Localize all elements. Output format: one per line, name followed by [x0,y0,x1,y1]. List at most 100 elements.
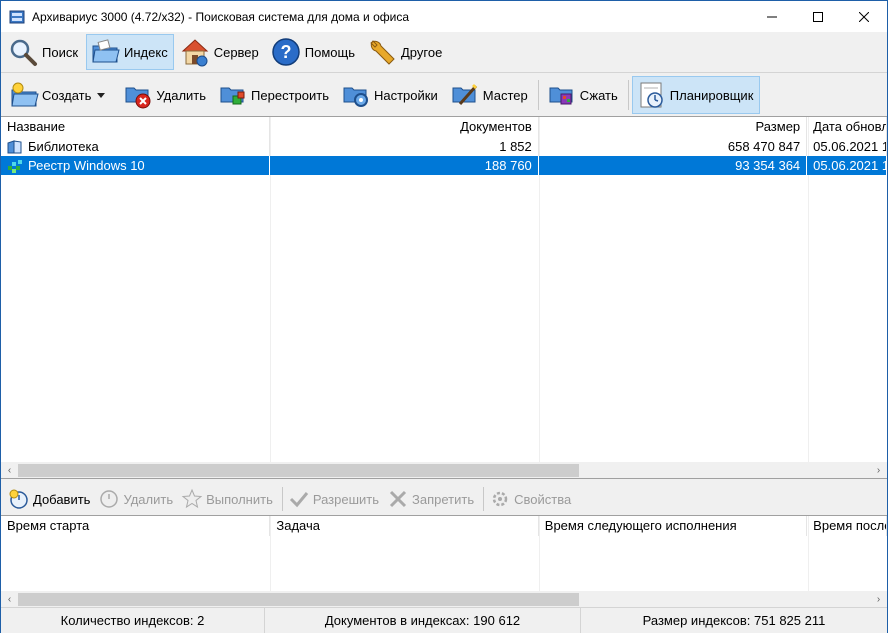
allow-check-icon [288,488,310,510]
column-header-size[interactable]: Размер [539,117,808,137]
compress-index-label: Сжать [579,87,618,103]
column-header-last-run[interactable]: Время после [807,516,887,536]
scheduler-allow-button[interactable]: Разрешить [286,485,385,513]
index-table[interactable]: Название Документов Размер Дата обновл Б… [1,116,887,478]
index-table-header: Название Документов Размер Дата обновл [1,117,887,137]
row-date: 05.06.2021 1 [807,156,887,175]
server-house-icon [180,37,210,67]
toolbar-separator [483,487,485,511]
add-task-icon [8,488,30,510]
compress-folder-icon [547,80,577,110]
row-date: 05.06.2021 1 [807,137,887,156]
wizard-index-button[interactable]: Мастер [445,76,535,114]
scheduler-properties-button[interactable]: Свойства [487,485,577,513]
column-header-date[interactable]: Дата обновл [807,117,887,137]
index-folder-icon [90,37,120,67]
delete-folder-icon [123,80,153,110]
minimize-button[interactable] [749,1,795,32]
scroll-thumb[interactable] [18,464,579,477]
scheduler-table-header: Время старта Задача Время следующего исп… [1,516,887,536]
delete-index-button[interactable]: Удалить [118,76,213,114]
create-folder-icon [9,80,39,110]
scheduler-button[interactable]: Планировщик [631,76,761,114]
column-header-task[interactable]: Задача [270,516,539,536]
scheduler-table[interactable]: Время старта Задача Время следующего исп… [1,515,887,607]
chevron-down-icon[interactable] [97,92,106,98]
toolbar-divider [1,72,887,73]
column-divider [808,516,809,591]
column-header-next-run[interactable]: Время следующего исполнения [539,516,808,536]
close-button[interactable] [841,1,887,32]
svg-text:?: ? [280,42,291,62]
scheduler-deny-button[interactable]: Запретить [385,485,480,513]
scroll-left-icon[interactable]: ‹ [1,591,18,607]
mode-search-label: Поиск [42,44,79,60]
column-header-start-time[interactable]: Время старта [1,516,271,536]
table-row[interactable]: Библиотека 1 852 658 470 847 05.06.2021 … [1,137,887,156]
wrench-icon [367,37,397,67]
scroll-left-icon[interactable]: ‹ [1,462,18,478]
status-index-count: Количество индексов: 2 [1,608,265,633]
app-logo-icon [9,9,25,25]
scheduler-run-button[interactable]: Выполнить [179,485,279,513]
scroll-thumb[interactable] [18,593,579,606]
pane-splitter[interactable] [1,478,887,481]
column-divider [539,516,540,591]
mode-help-label: Помощь [304,44,355,60]
toolbar-separator [537,80,539,110]
scroll-track[interactable] [18,591,870,607]
status-indexes-size: Размер индексов: 751 825 211 [642,613,826,628]
mode-index-button[interactable]: Индекс [86,34,174,70]
column-header-documents[interactable]: Документов [270,117,539,137]
title-bar: Архивариус 3000 (4.72/x32) - Поисковая с… [1,1,887,32]
scheduler-delete-label: Удалить [123,491,174,507]
row-documents: 188 760 [270,156,539,175]
column-header-name[interactable]: Название [1,117,271,137]
maximize-button[interactable] [795,1,841,32]
mode-search-button[interactable]: Поиск [4,34,84,70]
scroll-right-icon[interactable]: › [870,591,887,607]
row-size: 93 354 364 [539,156,808,175]
index-table-body: Библиотека 1 852 658 470 847 05.06.2021 … [1,137,887,175]
scheduler-horizontal-scrollbar[interactable]: ‹ › [1,591,887,607]
mode-other-button[interactable]: Другое [363,34,448,70]
row-name: Библиотека [28,139,99,154]
create-index-button[interactable]: Создать [4,76,118,114]
scroll-track[interactable] [18,462,870,478]
mode-server-button[interactable]: Сервер [176,34,265,70]
create-index-label: Создать [42,87,92,103]
scheduler-delete-button[interactable]: Удалить [96,485,179,513]
run-task-icon [181,488,203,510]
scheduler-clock-icon [637,80,667,110]
compress-index-button[interactable]: Сжать [542,76,625,114]
scheduler-run-label: Выполнить [206,491,273,507]
status-bar: Количество индексов: 2 Документов в инде… [1,607,887,633]
scroll-right-icon[interactable]: › [870,462,887,478]
mode-help-button[interactable]: ? Помощь [267,34,361,70]
scheduler-add-label: Добавить [33,491,91,507]
search-icon [8,37,38,67]
settings-index-label: Настройки [373,87,438,103]
rebuild-folder-icon [218,80,248,110]
rebuild-index-button[interactable]: Перестроить [213,76,336,114]
wizard-folder-icon [450,80,480,110]
scheduler-properties-label: Свойства [514,491,572,507]
close-icon [859,11,869,22]
help-icon: ? [271,37,301,67]
index-horizontal-scrollbar[interactable]: ‹ › [1,462,887,478]
wizard-index-label: Мастер [482,87,528,103]
mode-server-label: Сервер [213,44,259,60]
settings-index-button[interactable]: Настройки [336,76,445,114]
scheduler-toolbar: Добавить Удалить Выполнить Разрешить Зап… [1,483,887,515]
book-icon [7,139,23,154]
properties-gear-icon [489,488,511,510]
table-row[interactable]: Реестр Windows 10 188 760 93 354 364 05.… [1,156,887,175]
maximize-icon [813,11,823,22]
scheduler-allow-label: Разрешить [312,491,380,507]
delete-index-label: Удалить [156,87,207,103]
scheduler-deny-label: Запретить [412,491,475,507]
scheduler-add-button[interactable]: Добавить [6,485,96,513]
row-documents: 1 852 [270,137,539,156]
registry-icon [7,159,23,173]
column-divider [270,516,271,591]
